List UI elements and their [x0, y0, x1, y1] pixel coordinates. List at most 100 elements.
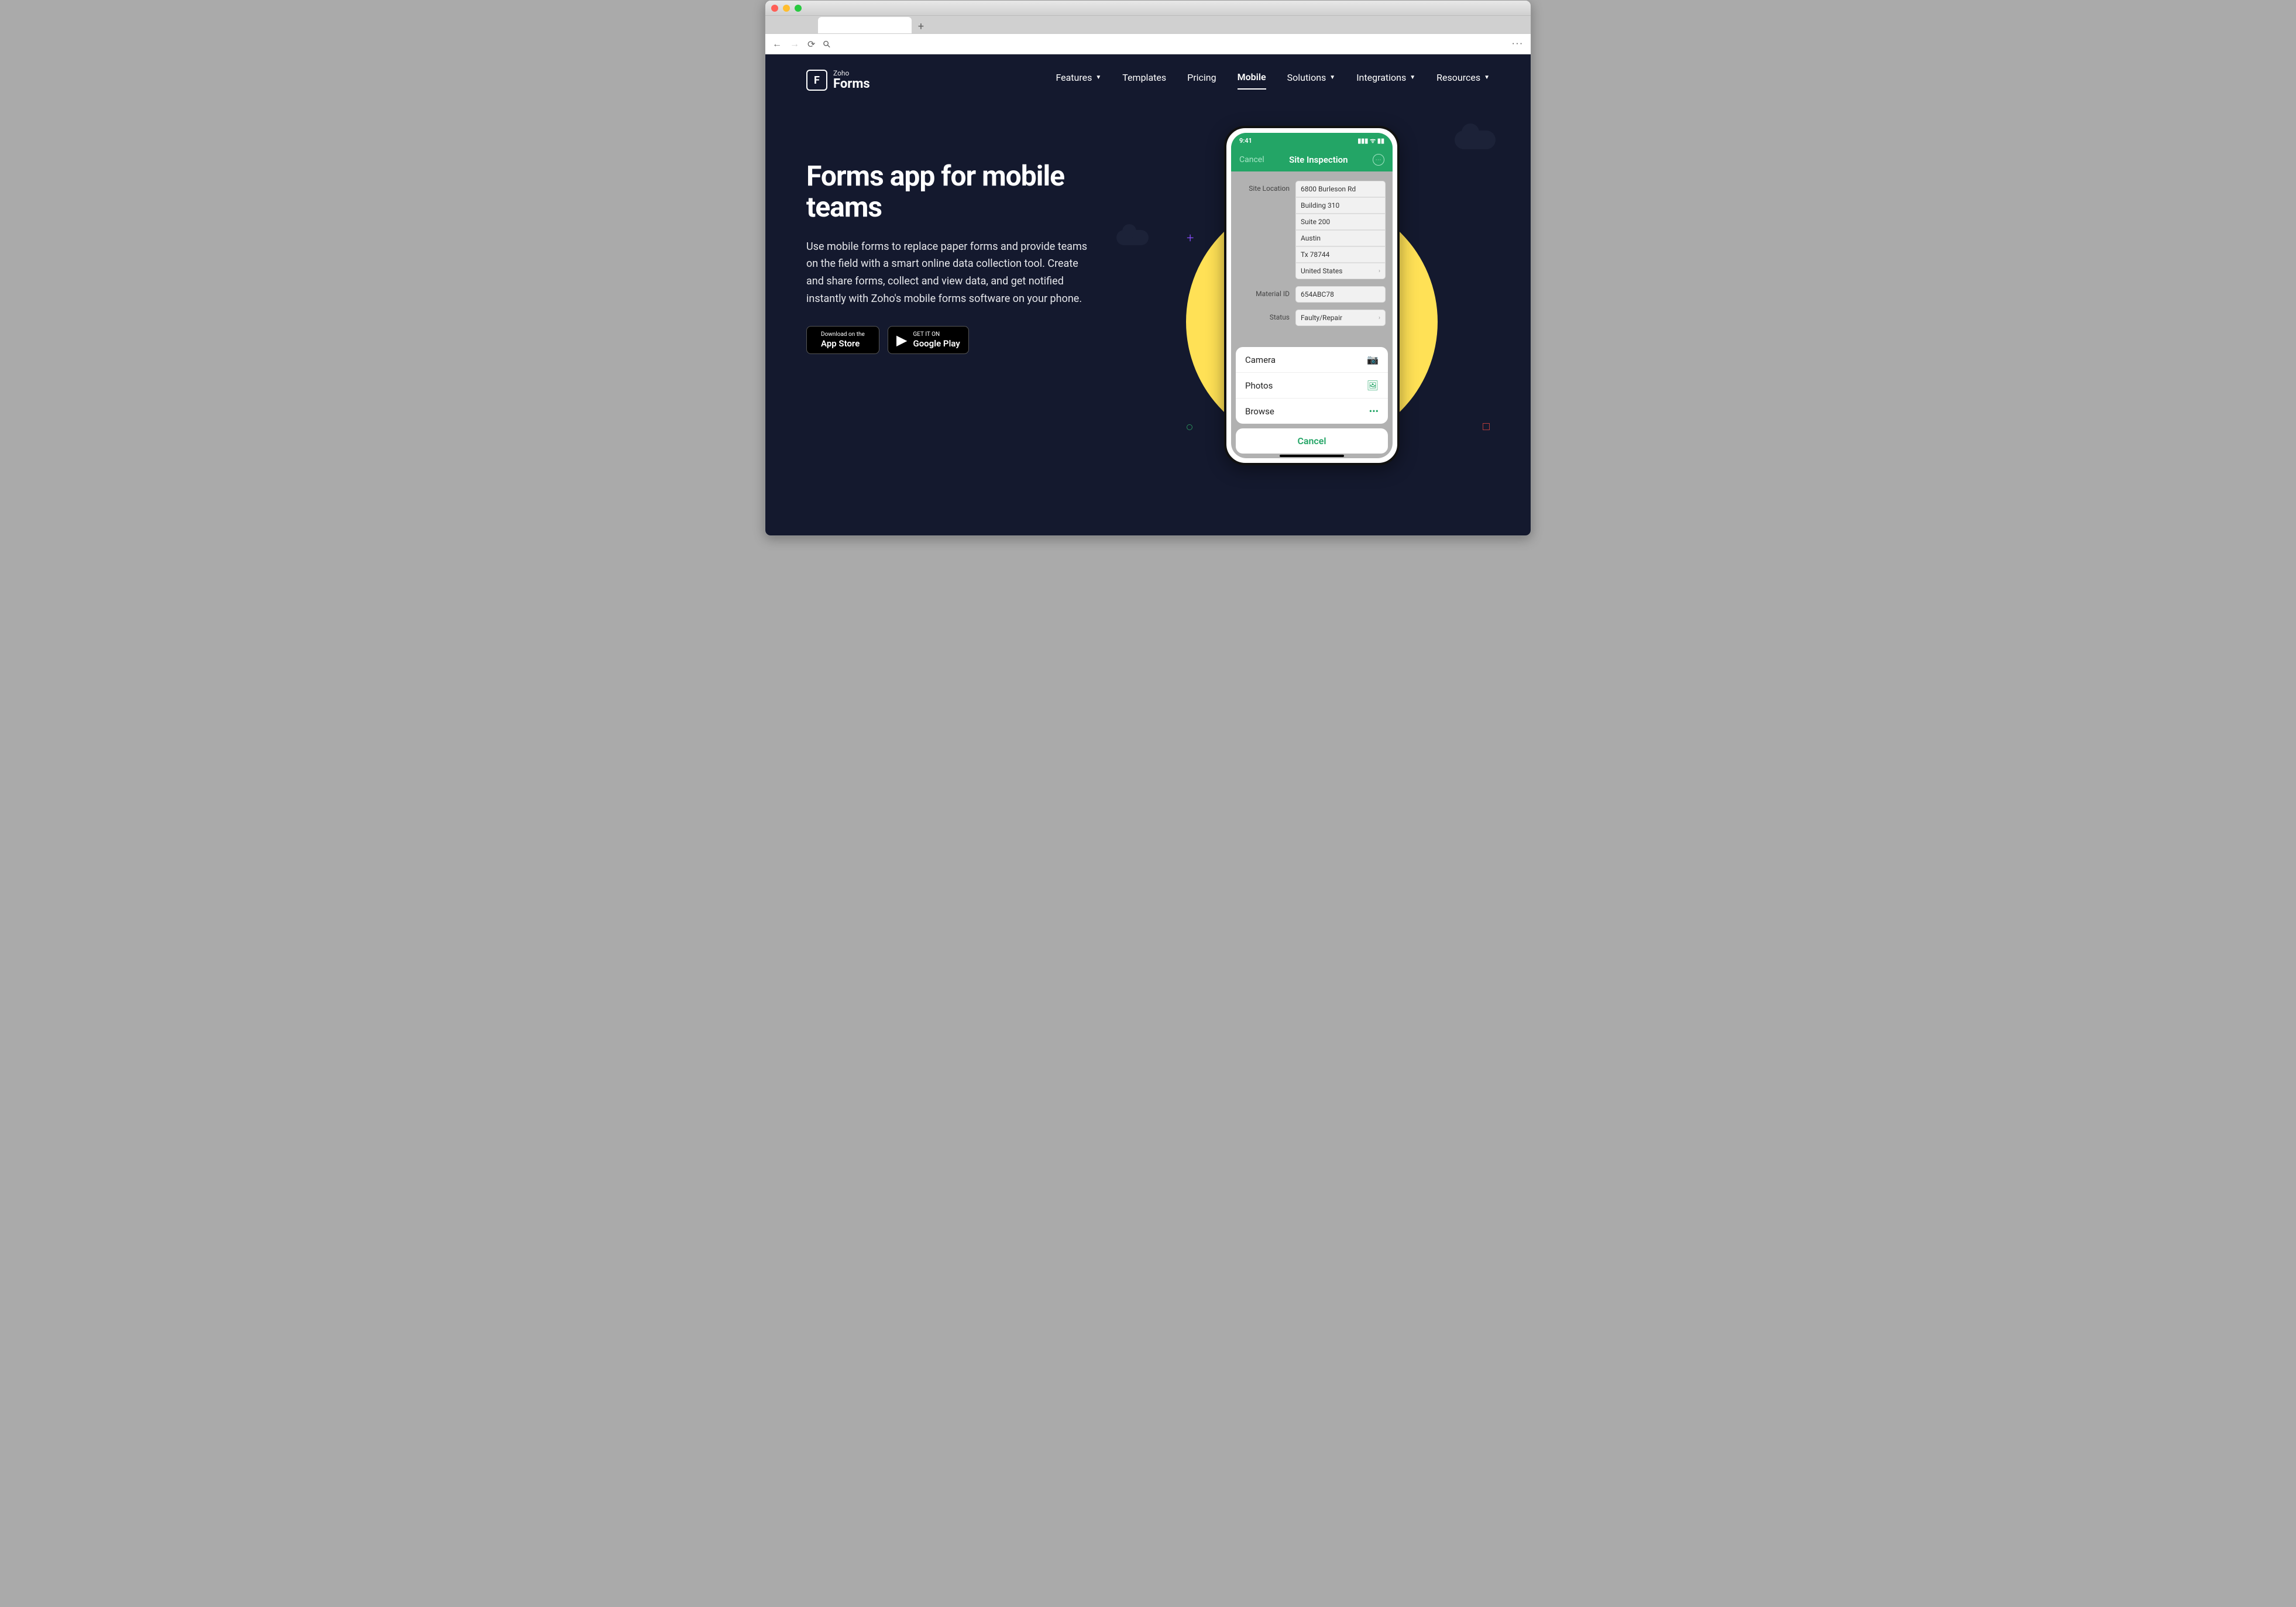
- input-value: 6800 Burleson Rd: [1301, 185, 1356, 193]
- navbar-title: Site Inspection: [1289, 154, 1348, 165]
- material-id-input[interactable]: 654ABC78: [1295, 286, 1386, 303]
- image-icon: 🖼: [1367, 380, 1379, 391]
- sheet-cancel-button[interactable]: Cancel: [1236, 428, 1388, 454]
- field-inputs: 654ABC78: [1295, 286, 1386, 303]
- browser-back-button[interactable]: ←: [772, 38, 782, 50]
- google-play-badge[interactable]: ▶ GET IT ON Google Play: [888, 326, 969, 354]
- hero-copy: Forms app for mobile teams Use mobile fo…: [806, 126, 1111, 465]
- field-label: Site Location: [1238, 181, 1290, 193]
- input-value: Tx 78744: [1301, 250, 1329, 259]
- field-site-location: Site Location 6800 Burleson Rd Building 3…: [1238, 181, 1386, 279]
- chevron-right-icon: ›: [1379, 315, 1380, 321]
- browser-tab[interactable]: [818, 17, 912, 33]
- navbar-cancel-button[interactable]: Cancel: [1239, 155, 1264, 164]
- nav-item-solutions[interactable]: Solutions▼: [1287, 72, 1336, 89]
- chevron-down-icon: ▼: [1095, 74, 1101, 81]
- hero-body: Use mobile forms to replace paper forms …: [806, 238, 1093, 308]
- sheet-item-label: Camera: [1245, 355, 1276, 365]
- input-value: Austin: [1301, 234, 1321, 242]
- square-decoration: [1483, 423, 1490, 430]
- browser-tabbar: +: [765, 16, 1531, 33]
- field-inputs: Faulty/Repair ›: [1295, 310, 1386, 326]
- nav-item-label: Pricing: [1187, 72, 1216, 83]
- new-tab-button[interactable]: +: [914, 19, 928, 33]
- nav-item-label: Mobile: [1238, 71, 1266, 83]
- traffic-lights: [771, 5, 802, 12]
- chevron-down-icon: ▼: [1329, 74, 1335, 81]
- store-badges: Download on the App Store ▶ GET IT ON Go…: [806, 326, 1111, 354]
- nav-item-templates[interactable]: Templates: [1122, 72, 1166, 89]
- input-value: Faulty/Repair: [1301, 314, 1342, 322]
- window-titlebar: [765, 1, 1531, 16]
- site-logo[interactable]: F Zoho Forms: [806, 70, 870, 91]
- primary-nav: Features▼TemplatesPricingMobileSolutions…: [1056, 71, 1490, 90]
- field-inputs: 6800 Burleson Rd Building 310 Suite 200 Aus…: [1295, 181, 1386, 279]
- appstore-name: App Store: [821, 338, 865, 349]
- status-indicators: ▮▮▮ ᯤ ▮▮: [1357, 136, 1384, 145]
- nav-item-mobile[interactable]: Mobile: [1238, 71, 1266, 90]
- browser-reload-button[interactable]: ⟳: [807, 39, 815, 50]
- nav-item-label: Integrations: [1356, 72, 1406, 83]
- hero-title: Forms app for mobile teams: [806, 161, 1111, 223]
- nav-item-features[interactable]: Features▼: [1056, 72, 1101, 89]
- logo-text: Zoho Forms: [833, 70, 870, 91]
- search-icon: ⚲: [820, 37, 833, 50]
- nav-item-pricing[interactable]: Pricing: [1187, 72, 1216, 89]
- sheet-item-photos[interactable]: Photos 🖼: [1236, 373, 1388, 399]
- input-value: Building 310: [1301, 201, 1339, 210]
- battery-icon: ▮▮: [1377, 137, 1384, 145]
- sheet-options: Camera 📷 Photos 🖼 Browse •••: [1236, 347, 1388, 424]
- dots-icon: •••: [1369, 406, 1379, 417]
- camera-icon: 📷: [1367, 354, 1379, 365]
- app-navbar: Cancel Site Inspection ⋯: [1231, 148, 1393, 171]
- window-close-button[interactable]: [771, 5, 778, 12]
- home-indicator[interactable]: [1280, 455, 1344, 457]
- input-value: 654ABC78: [1301, 290, 1334, 298]
- signal-icon: ▮▮▮: [1357, 137, 1368, 145]
- nav-item-integrations[interactable]: Integrations▼: [1356, 72, 1415, 89]
- input-value: United States: [1301, 267, 1342, 275]
- address-line-input[interactable]: Building 310: [1295, 197, 1386, 214]
- action-sheet: Camera 📷 Photos 🖼 Browse ••• Cancel: [1236, 347, 1388, 454]
- hero-illustration: 9:41 ▮▮▮ ᯤ ▮▮ Cancel Site Inspection ⋯: [1134, 126, 1490, 465]
- appstore-topline: Download on the: [821, 331, 865, 338]
- nav-item-label: Solutions: [1287, 72, 1326, 83]
- address-line-input[interactable]: Austin: [1295, 230, 1386, 246]
- browser-menu-button[interactable]: ···: [1512, 38, 1524, 50]
- sheet-item-camera[interactable]: Camera 📷: [1236, 347, 1388, 373]
- chevron-right-icon: ›: [1379, 268, 1380, 274]
- browser-toolbar: ← → ⟳ ⚲ ···: [765, 33, 1531, 54]
- status-select[interactable]: Faulty/Repair ›: [1295, 310, 1386, 326]
- address-line-input[interactable]: Suite 200: [1295, 214, 1386, 230]
- app-store-badge[interactable]: Download on the App Store: [806, 326, 879, 354]
- browser-forward-button[interactable]: →: [790, 38, 799, 50]
- navbar-more-button[interactable]: ⋯: [1373, 154, 1384, 166]
- field-material-id: Material ID 654ABC78: [1238, 286, 1386, 303]
- page-content: F Zoho Forms Features▼TemplatesPricingMo…: [765, 54, 1531, 536]
- nav-item-label: Resources: [1436, 72, 1480, 83]
- hero-section: + Forms app for mobile teams Use mobile …: [765, 91, 1531, 465]
- address-line-input[interactable]: United States ›: [1295, 263, 1386, 279]
- google-play-icon: ▶: [896, 332, 907, 348]
- address-line-input[interactable]: 6800 Burleson Rd: [1295, 181, 1386, 197]
- input-value: Suite 200: [1301, 218, 1330, 226]
- window-minimize-button[interactable]: [783, 5, 790, 12]
- sheet-item-label: Browse: [1245, 406, 1274, 417]
- status-time: 9:41: [1239, 137, 1252, 145]
- field-status: Status Faulty/Repair ›: [1238, 310, 1386, 326]
- address-line-input[interactable]: Tx 78744: [1295, 246, 1386, 263]
- sheet-item-label: Photos: [1245, 380, 1273, 391]
- phone-statusbar: 9:41 ▮▮▮ ᯤ ▮▮: [1231, 133, 1393, 148]
- sheet-item-browse[interactable]: Browse •••: [1236, 399, 1388, 424]
- circle-decoration: [1187, 424, 1192, 430]
- logo-brand: Zoho: [833, 70, 870, 77]
- phone-screen: 9:41 ▮▮▮ ᯤ ▮▮ Cancel Site Inspection ⋯: [1231, 133, 1393, 458]
- form-area: Site Location 6800 Burleson Rd Building 3…: [1231, 171, 1393, 335]
- nav-item-label: Features: [1056, 72, 1092, 83]
- play-name: Google Play: [913, 338, 960, 349]
- field-label: Material ID: [1238, 286, 1290, 298]
- window-maximize-button[interactable]: [795, 5, 802, 12]
- logo-mark-icon: F: [806, 70, 827, 91]
- nav-item-label: Templates: [1122, 72, 1166, 83]
- nav-item-resources[interactable]: Resources▼: [1436, 72, 1490, 89]
